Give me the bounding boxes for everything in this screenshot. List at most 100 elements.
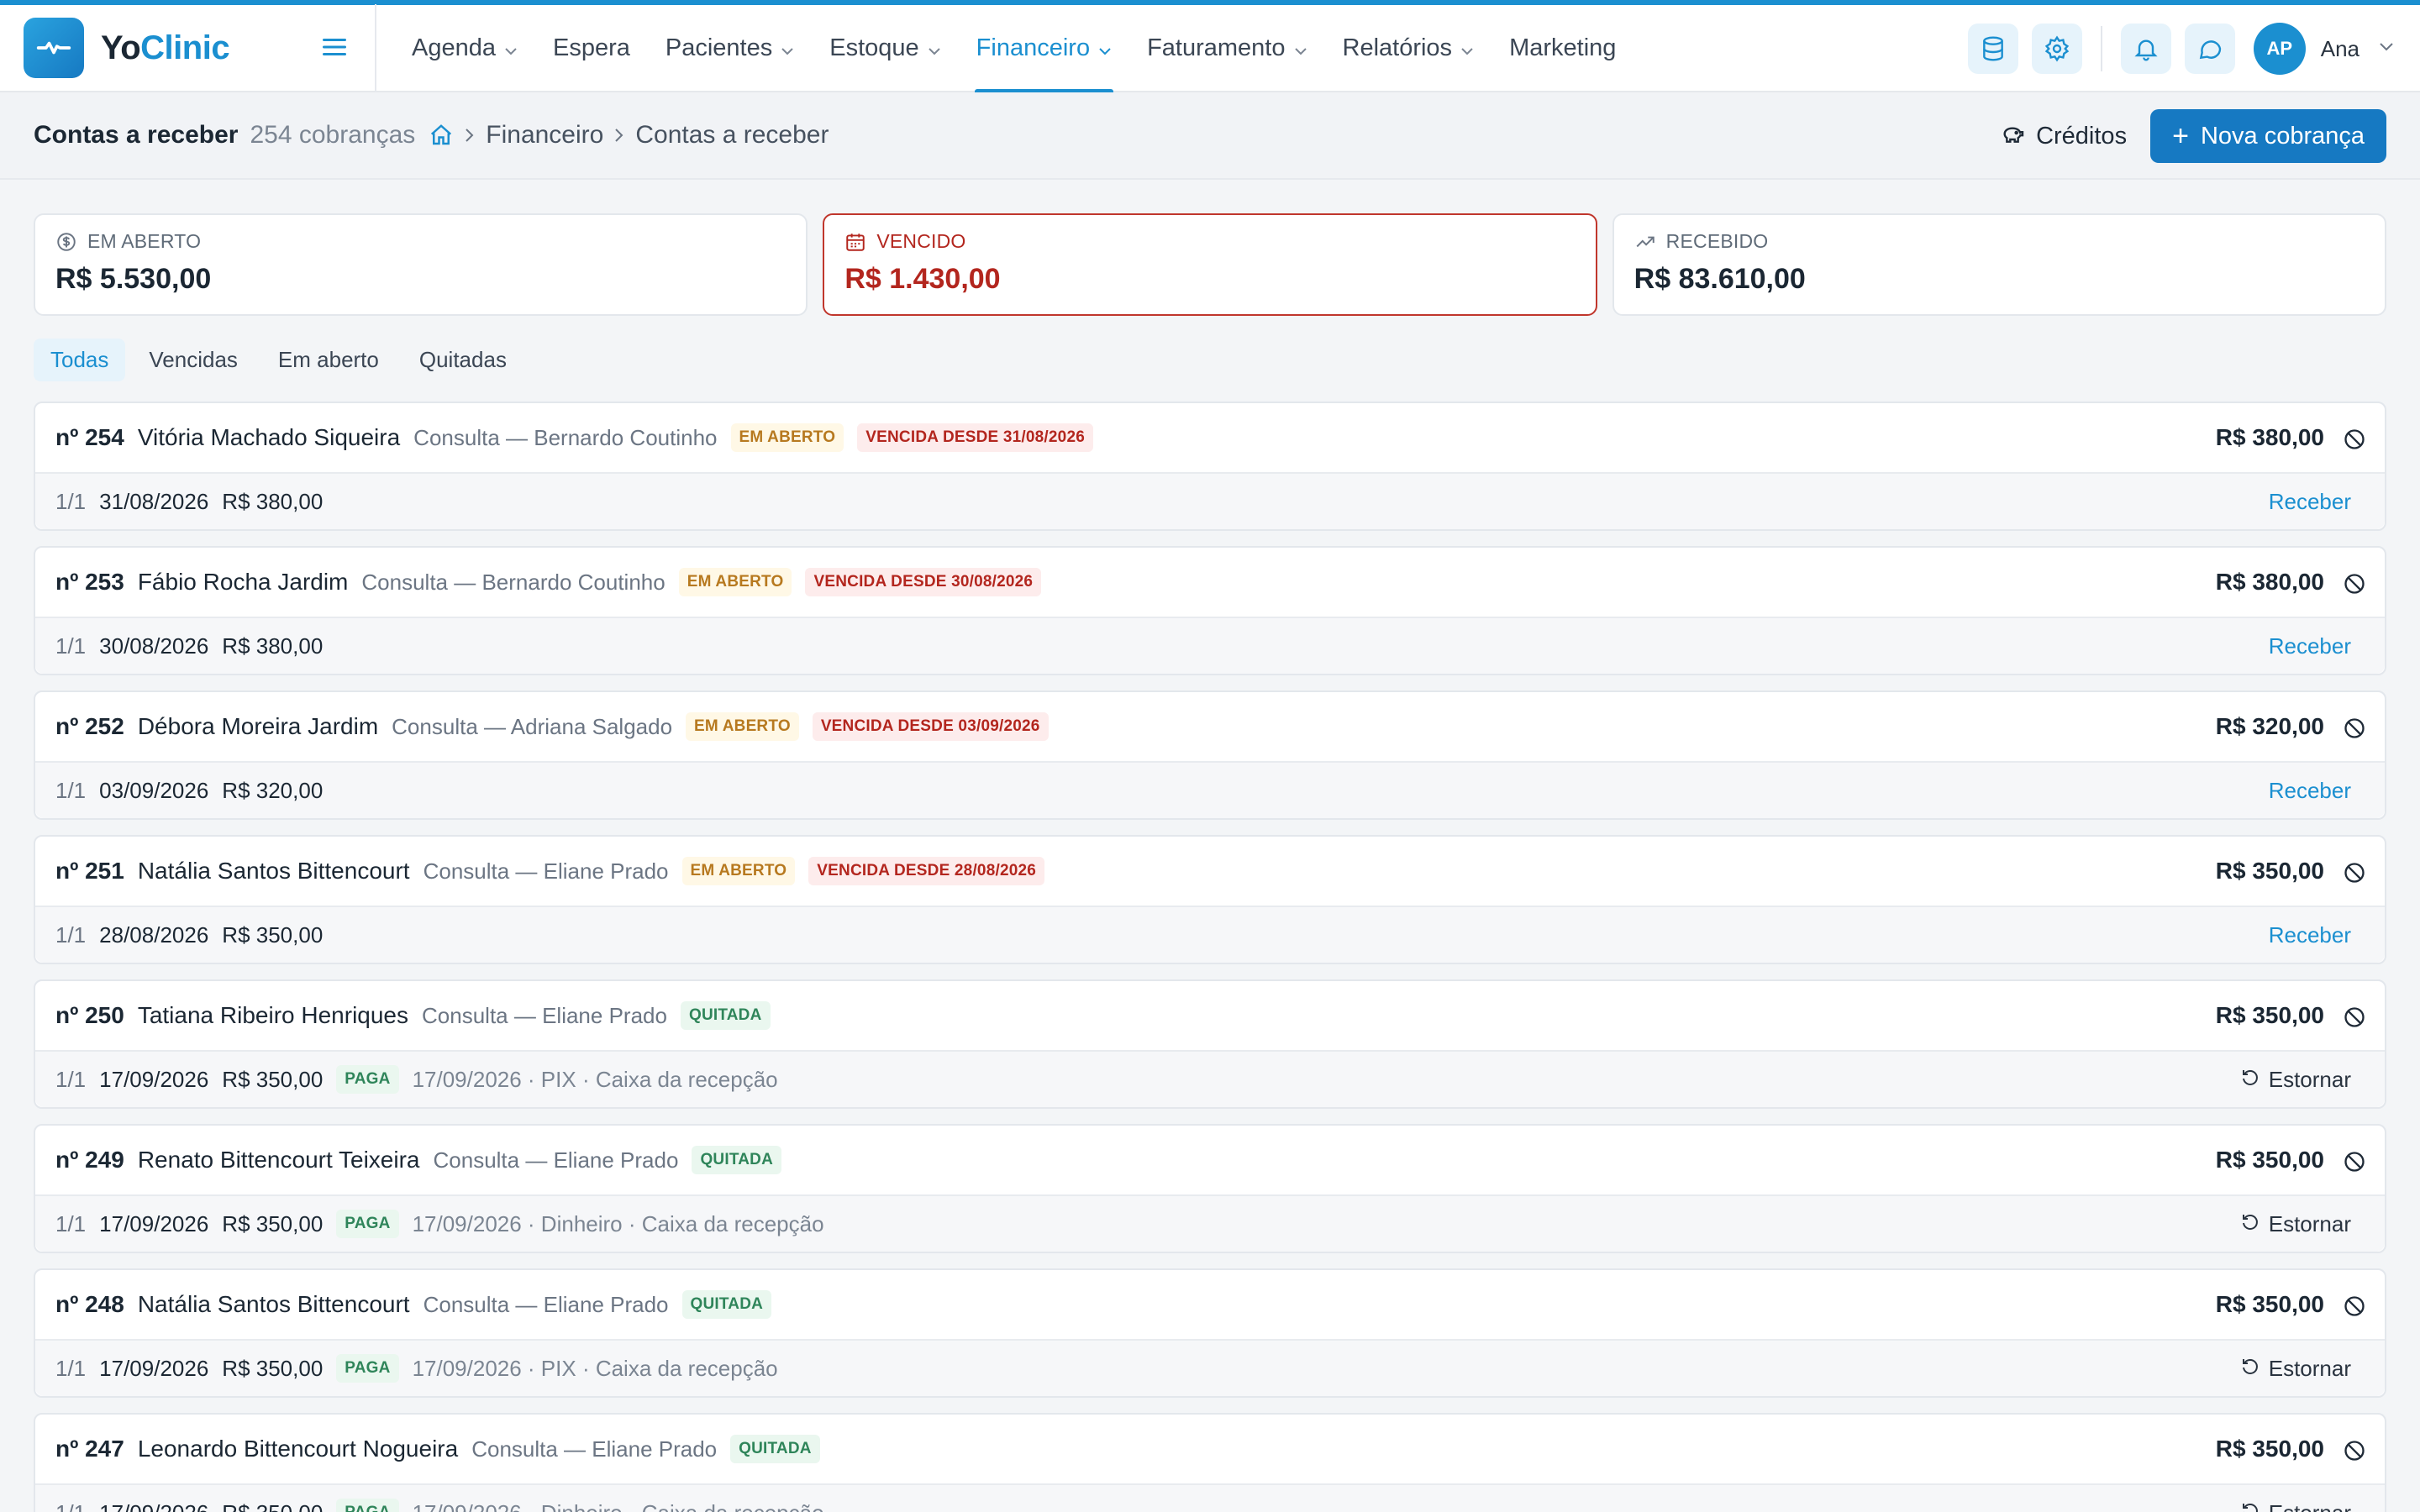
bill-header[interactable]: nº 247 Leonardo Bittencourt Nogueira Consu…	[35, 1415, 2385, 1485]
patient-name[interactable]: Renato Bittencourt Teixeira	[138, 1147, 420, 1173]
reverse-button[interactable]: Estornar	[2240, 1500, 2351, 1512]
bill-header[interactable]: nº 252 Débora Moreira Jardim Consulta — Ad…	[35, 692, 2385, 763]
bill-description: Consulta — Eliane Prado	[471, 1436, 718, 1462]
chevron-down-icon[interactable]	[2378, 41, 2395, 56]
nav-item-label: Financeiro	[976, 34, 1091, 61]
installment-date: 17/09/2026	[99, 1066, 209, 1092]
tab-em-aberto[interactable]: Em aberto	[261, 339, 396, 381]
installment-row: 1/1 17/09/2026 R$ 350,00 PAGA 17/09/2026 · D…	[35, 1485, 2385, 1512]
cancel-icon[interactable]	[2343, 572, 2366, 600]
bill-header[interactable]: nº 250 Tatiana Ribeiro Henriques Consulta …	[35, 981, 2385, 1052]
installment-number: 1/1	[55, 488, 87, 514]
tab-quitadas[interactable]: Quitadas	[402, 339, 523, 381]
patient-name[interactable]: Débora Moreira Jardim	[138, 713, 378, 740]
installment-number: 1/1	[55, 921, 87, 948]
nav-item-label: Faturamento	[1147, 34, 1286, 61]
bill-card: nº 248 Natália Santos Bittencourt Consulta…	[34, 1268, 2386, 1398]
nav-item-relatorios[interactable]: Relatórios	[1341, 4, 1476, 92]
nav-item-label: Relatórios	[1342, 34, 1453, 61]
tab-todas[interactable]: Todas	[34, 338, 126, 381]
bill-description: Consulta — Bernardo Coutinho	[361, 569, 666, 595]
app-root: YoClinic Agenda Espera Pacientes Estoque Fin…	[0, 0, 2420, 1512]
database-icon[interactable]	[1967, 24, 2018, 74]
avatar[interactable]: AP	[2253, 23, 2306, 75]
summary-card-open[interactable]: EM ABERTO R$ 5.530,00	[34, 213, 808, 316]
nav-item-financeiro[interactable]: Financeiro	[974, 4, 1114, 93]
hamburger-menu-icon[interactable]	[321, 34, 350, 60]
bill-amount: R$ 380,00	[2215, 569, 2324, 595]
nav-item-agenda[interactable]: Agenda	[410, 4, 519, 92]
patient-name[interactable]: Fábio Rocha Jardim	[138, 569, 349, 596]
tab-vencidas[interactable]: Vencidas	[132, 339, 255, 381]
bill-card: nº 247 Leonardo Bittencourt Nogueira Consu…	[34, 1413, 2386, 1512]
divider	[2100, 26, 2102, 71]
bill-amount: R$ 350,00	[2215, 1147, 2324, 1173]
patient-name[interactable]: Tatiana Ribeiro Henriques	[138, 1002, 408, 1029]
nav-item-estoque[interactable]: Estoque	[828, 4, 942, 92]
patient-name[interactable]: Natália Santos Bittencourt	[138, 858, 410, 885]
card-title: RECEBIDO	[1665, 230, 1769, 252]
cancel-icon[interactable]	[2343, 1294, 2366, 1322]
home-icon[interactable]	[429, 123, 454, 148]
patient-name[interactable]: Leonardo Bittencourt Nogueira	[138, 1436, 458, 1462]
receive-button[interactable]: Receber	[2269, 489, 2351, 515]
nav-item-marketing[interactable]: Marketing	[1507, 4, 1618, 92]
installment-date: 17/09/2026	[99, 1355, 209, 1381]
summary-card-overdue[interactable]: VENCIDO R$ 1.430,00	[823, 213, 1597, 316]
bell-icon[interactable]	[2120, 24, 2171, 74]
installment-number: 1/1	[55, 1066, 87, 1092]
breadcrumb-financeiro[interactable]: Financeiro	[486, 121, 603, 150]
installment-amount: R$ 350,00	[222, 921, 324, 948]
gear-icon[interactable]	[2031, 24, 2082, 74]
payment-info: 17/09/2026 · PIX · Caixa da recepção	[412, 1355, 778, 1381]
reverse-button[interactable]: Estornar	[2240, 1211, 2351, 1237]
bill-header[interactable]: nº 253 Fábio Rocha Jardim Consulta — Berna…	[35, 548, 2385, 618]
status-badge: EM ABERTO	[681, 857, 796, 885]
installment-row: 1/1 17/09/2026 R$ 350,00 PAGA 17/09/2026 · P…	[35, 1052, 2385, 1107]
logo-icon[interactable]	[24, 18, 84, 78]
receive-button[interactable]: Receber	[2269, 778, 2351, 804]
bill-amount: R$ 350,00	[2215, 1436, 2324, 1462]
piggy-bank-icon	[2003, 127, 2024, 143]
user-name[interactable]: Ana	[2321, 36, 2360, 62]
reverse-button[interactable]: Estornar	[2240, 1356, 2351, 1382]
top-right-actions: AP Ana	[1954, 5, 2395, 92]
status-badge: QUITADA	[692, 1146, 781, 1174]
bill-header[interactable]: nº 254 Vitória Machado Siqueira Consulta —…	[35, 403, 2385, 474]
bill-header[interactable]: nº 249 Renato Bittencourt Teixeira Consult…	[35, 1126, 2385, 1196]
patient-name[interactable]: Natália Santos Bittencourt	[138, 1291, 410, 1318]
receive-button[interactable]: Receber	[2269, 922, 2351, 948]
brand: YoClinic	[0, 4, 376, 92]
summary-card-received[interactable]: RECEBIDO R$ 83.610,00	[1612, 213, 2386, 316]
bill-amount: R$ 350,00	[2215, 1291, 2324, 1317]
summary-card-open-label: EM ABERTO	[55, 230, 786, 253]
installment-amount: R$ 380,00	[222, 633, 324, 659]
cancel-icon[interactable]	[2343, 1005, 2366, 1033]
card-title: EM ABERTO	[87, 230, 202, 252]
cancel-icon[interactable]	[2343, 1439, 2366, 1467]
chevron-down-icon	[504, 34, 518, 62]
reverse-button[interactable]: Estornar	[2240, 1067, 2351, 1093]
cancel-icon[interactable]	[2343, 861, 2366, 889]
nav-item-espera[interactable]: Espera	[551, 4, 632, 92]
reverse-label: Estornar	[2268, 1066, 2351, 1092]
status-badge: QUITADA	[730, 1435, 820, 1463]
nav-item-faturamento[interactable]: Faturamento	[1145, 4, 1308, 92]
header-actions: Créditos + Nova cobrança	[1999, 92, 2386, 180]
undo-icon	[2240, 1211, 2269, 1237]
chat-icon[interactable]	[2184, 24, 2235, 74]
cancel-icon[interactable]	[2343, 1150, 2366, 1178]
cancel-icon[interactable]	[2343, 717, 2366, 744]
nav-item-pacientes[interactable]: Pacientes	[664, 4, 796, 92]
bill-header[interactable]: nº 248 Natália Santos Bittencourt Consulta…	[35, 1270, 2385, 1341]
bill-header[interactable]: nº 251 Natália Santos Bittencourt Consulta…	[35, 837, 2385, 907]
new-charge-button[interactable]: + Nova cobrança	[2150, 109, 2386, 163]
bill-amount: R$ 350,00	[2215, 1002, 2324, 1028]
receive-button[interactable]: Receber	[2269, 633, 2351, 659]
cancel-icon[interactable]	[2343, 428, 2366, 455]
overdue-badge: VENCIDA DESDE 28/08/2026	[808, 857, 1045, 885]
patient-name[interactable]: Vitória Machado Siqueira	[138, 424, 400, 451]
plus-icon: +	[2172, 120, 2189, 152]
undo-icon	[2240, 1356, 2269, 1382]
credits-button[interactable]: Créditos	[1999, 123, 2127, 150]
